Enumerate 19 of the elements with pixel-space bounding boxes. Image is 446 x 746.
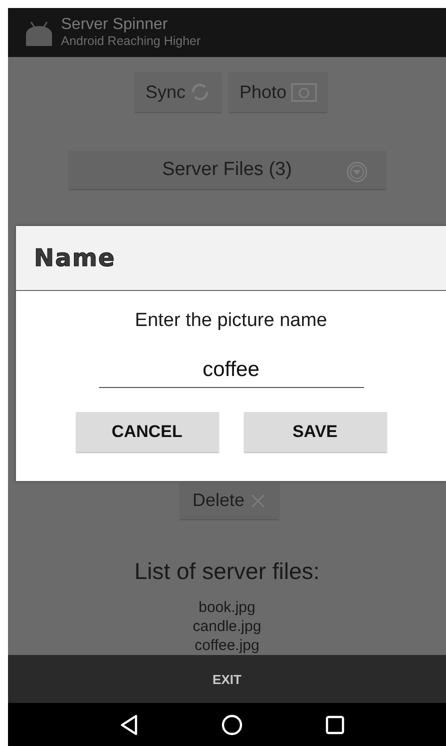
dropdown-value: Server Files (3) <box>162 158 292 181</box>
home-icon[interactable] <box>221 714 243 736</box>
dialog-title: Name <box>34 244 116 272</box>
app-subtitle: Android Reaching Higher <box>61 34 201 49</box>
exit-button[interactable]: EXIT <box>206 668 248 690</box>
camera-icon <box>290 82 317 102</box>
back-icon[interactable] <box>119 714 139 736</box>
file-name: candle.jpg <box>192 617 262 636</box>
name-input-field[interactable]: coffee <box>98 353 364 388</box>
android-icon <box>25 20 53 46</box>
cancel-button[interactable]: CANCEL <box>76 412 218 452</box>
close-icon <box>248 492 267 510</box>
list-heading: List of server files: <box>134 557 320 586</box>
file-name: book.jpg <box>198 598 256 617</box>
save-button[interactable]: SAVE <box>244 412 386 452</box>
dialog-message: Enter the picture name <box>134 309 328 333</box>
square-icon[interactable] <box>325 714 345 734</box>
file-name: coffee.jpg <box>194 636 260 655</box>
app-title: Server Spinner <box>61 16 169 34</box>
